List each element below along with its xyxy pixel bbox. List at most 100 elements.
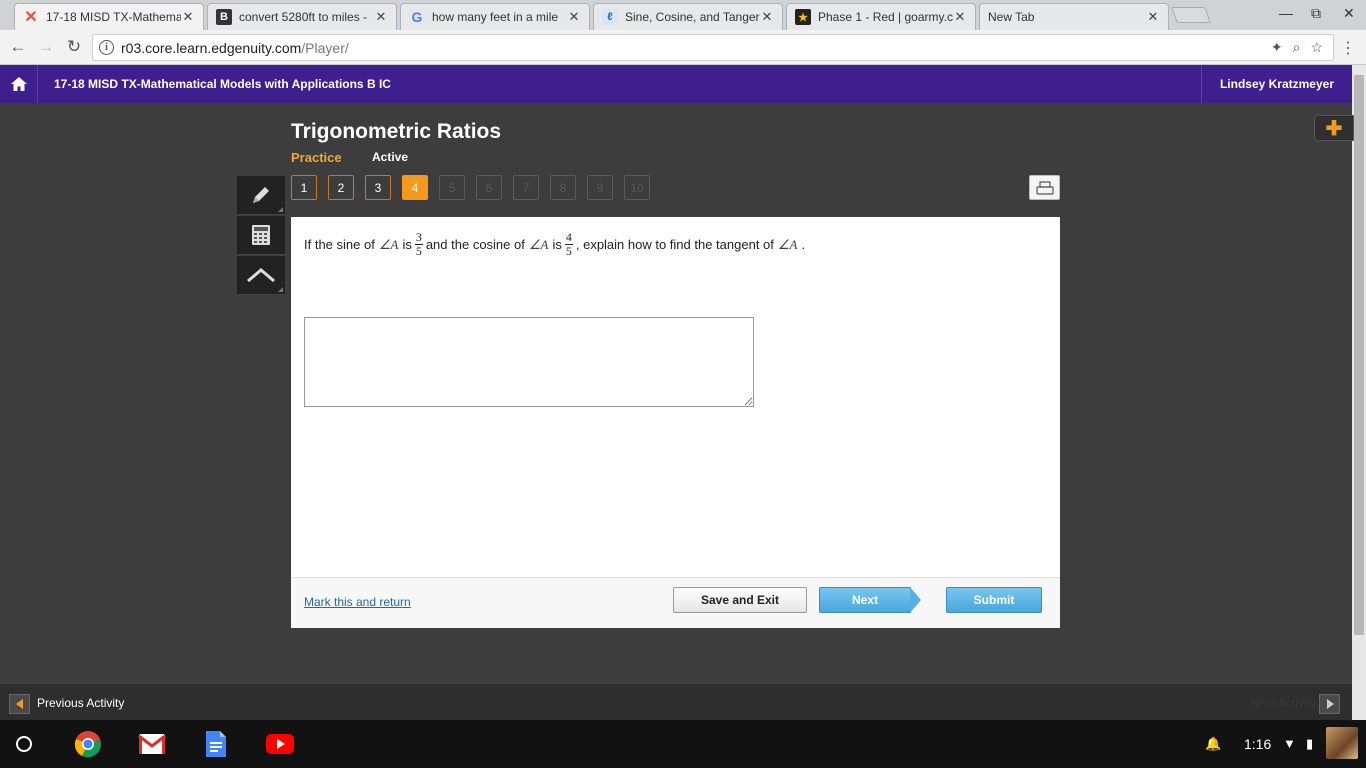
course-title: 17-18 MISD TX-Mathematical Models with A… [54, 77, 391, 91]
user-avatar[interactable] [1326, 727, 1358, 759]
close-tab-icon[interactable]: ✕ [760, 9, 774, 25]
restore-icon[interactable]: ⧉ [1311, 5, 1321, 22]
caret-up-icon [247, 268, 275, 283]
extension-blocked-icon[interactable]: ✦ [1271, 39, 1283, 56]
close-window-icon[interactable]: ✕ [1343, 5, 1355, 22]
google-icon: G [411, 9, 423, 25]
browser-toolbar: ← → ↻ i r03.core.learn.edgenuity.com/Pla… [0, 30, 1366, 65]
next-activity-label: Next Activity [1250, 696, 1316, 710]
angle-symbol: ∠A [528, 236, 549, 252]
browser-tabstrip: ✕ 17-18 MISD TX-Mathema ✕ B convert 5280… [0, 0, 1366, 30]
calculator-icon [252, 225, 270, 245]
question-number-current[interactable]: 4 [402, 175, 428, 200]
lesson-title: Trigonometric Ratios [291, 120, 502, 143]
mark-and-return-link[interactable]: Mark this and return [304, 595, 411, 609]
os-shelf: 🔔 1:16 ▼ ▮ [0, 720, 1366, 768]
home-icon [10, 77, 27, 91]
activity-bar: Previous Activity Next Activity [0, 683, 1352, 720]
tab-title: convert 5280ft to miles - [239, 10, 368, 24]
pencil-icon [253, 187, 269, 203]
menu-kebab-icon[interactable]: ⋮ [1340, 38, 1356, 58]
edgenuity-icon: ✕ [24, 9, 38, 26]
plus-icon: ✚ [1325, 117, 1343, 140]
system-clock[interactable]: 1:16 [1244, 736, 1271, 752]
info-icon[interactable]: i [99, 40, 114, 55]
answer-textarea[interactable] [304, 317, 754, 407]
bookmark-star-icon[interactable]: ☆ [1310, 39, 1323, 56]
previous-activity-label[interactable]: Previous Activity [37, 696, 124, 710]
angle-symbol: ∠A [378, 236, 399, 252]
question-number-button[interactable]: 2 [328, 175, 354, 200]
page-scrollbar[interactable] [1352, 65, 1366, 720]
browser-tab-desmos[interactable]: ℓ Sine, Cosine, and Tanger ✕ [593, 3, 783, 30]
question-footer: Mark this and return Save and Exit Next … [291, 577, 1060, 628]
tab-title: 17-18 MISD TX-Mathema [46, 10, 181, 24]
close-tab-icon[interactable]: ✕ [567, 9, 581, 25]
question-number-locked: 7 [513, 175, 539, 200]
question-number-locked: 6 [476, 175, 502, 200]
question-number-locked: 9 [587, 175, 613, 200]
close-tab-icon[interactable]: ✕ [181, 9, 195, 25]
brainly-icon: B [216, 9, 232, 25]
url-path: /Player/ [301, 39, 349, 56]
question-number-button[interactable]: 3 [365, 175, 391, 200]
sine-fraction: 35 [414, 230, 423, 258]
home-button[interactable] [0, 65, 38, 103]
browser-tab-google[interactable]: G how many feet in a mile ✕ [400, 3, 590, 30]
minimize-icon[interactable]: — [1279, 5, 1293, 21]
expand-plus-button[interactable]: ✚ [1314, 115, 1354, 141]
zoom-icon[interactable]: ⌕ [1293, 39, 1301, 56]
new-tab-button[interactable] [1171, 7, 1211, 23]
question-number-locked: 5 [439, 175, 465, 200]
browser-tab-goarmy[interactable]: ★ Phase 1 - Red | goarmy.c ✕ [786, 3, 976, 30]
tab-title: New Tab [988, 10, 1035, 24]
army-icon: ★ [795, 9, 811, 25]
question-number-button[interactable]: 1 [291, 175, 317, 200]
question-navigator: 1 2 3 4 5 6 7 8 9 10 [291, 175, 650, 200]
calculator-tool-button[interactable] [237, 216, 285, 255]
browser-tab-newtab[interactable]: New Tab ✕ [979, 3, 1169, 30]
tool-palette [237, 176, 285, 296]
launcher-icon[interactable] [16, 736, 32, 752]
back-icon[interactable]: ← [8, 37, 28, 57]
question-prompt: If the sine of ∠A is 35 and the cosine o… [304, 230, 806, 258]
print-button[interactable] [1029, 175, 1060, 200]
arrow-left-icon [15, 699, 23, 709]
user-name[interactable]: Lindsey Kratzmeyer [1200, 65, 1352, 103]
printer-icon [1035, 180, 1054, 195]
close-tab-icon[interactable]: ✕ [374, 9, 388, 25]
gmail-app-icon[interactable] [137, 730, 167, 758]
tab-title: Phase 1 - Red | goarmy.c [818, 10, 953, 24]
highlighter-tool-button[interactable] [237, 256, 285, 295]
app-header: 17-18 MISD TX-Mathematical Models with A… [0, 65, 1352, 103]
address-bar[interactable]: i r03.core.learn.edgenuity.com/Player/ ✦… [92, 34, 1334, 61]
tab-title: how many feet in a mile [432, 10, 559, 24]
angle-symbol: ∠A [777, 236, 798, 252]
save-and-exit-button[interactable]: Save and Exit [673, 587, 807, 613]
browser-tab-brainly[interactable]: B convert 5280ft to miles - ✕ [207, 3, 397, 30]
browser-tab-edgenuity[interactable]: ✕ 17-18 MISD TX-Mathema ✕ [14, 3, 204, 30]
reload-icon[interactable]: ↻ [64, 37, 84, 57]
wifi-icon[interactable]: ▼ [1283, 736, 1296, 751]
next-activity-button [1319, 694, 1340, 714]
desmos-icon: ℓ [602, 9, 618, 25]
forward-icon[interactable]: → [36, 37, 56, 57]
url-host: r03.core.learn.edgenuity.com [121, 39, 302, 56]
main-area: Trigonometric Ratios Practice Active ✚ 1… [0, 103, 1354, 683]
next-arrow-icon[interactable] [910, 587, 921, 613]
pencil-tool-button[interactable] [237, 176, 285, 215]
question-number-locked: 8 [550, 175, 576, 200]
close-tab-icon[interactable]: ✕ [1146, 9, 1160, 25]
docs-app-icon[interactable] [201, 730, 231, 758]
notification-bell-icon[interactable]: 🔔 [1205, 736, 1221, 752]
submit-button[interactable]: Submit [946, 587, 1042, 613]
battery-icon[interactable]: ▮ [1306, 736, 1313, 752]
chrome-app-icon[interactable] [73, 730, 103, 758]
close-tab-icon[interactable]: ✕ [953, 9, 967, 25]
lesson-status: Active [372, 150, 409, 164]
next-button[interactable]: Next [819, 587, 911, 613]
youtube-app-icon[interactable] [265, 730, 295, 758]
question-card: If the sine of ∠A is 35 and the cosine o… [291, 217, 1060, 628]
previous-activity-button[interactable] [9, 694, 30, 714]
lesson-mode: Practice [291, 150, 342, 165]
